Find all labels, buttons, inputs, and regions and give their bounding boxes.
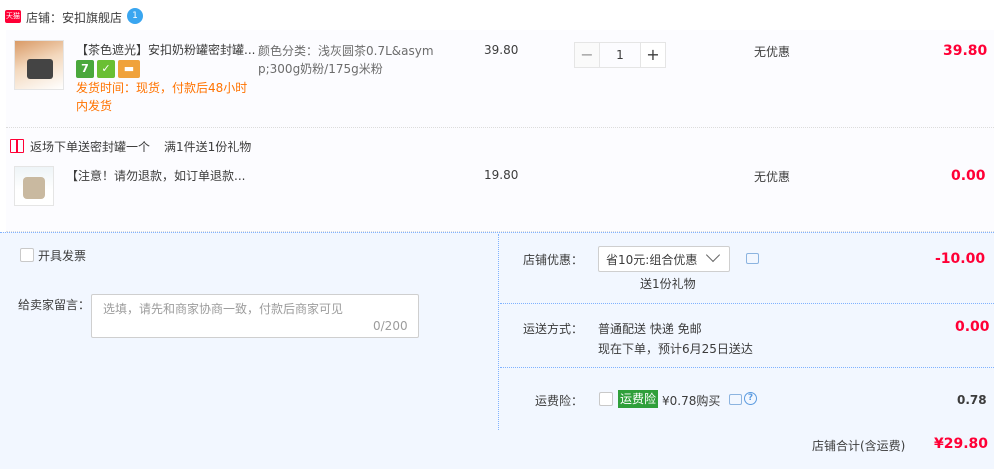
product-title-link[interactable]: 【茶色遮光】安扣奶粉罐密封罐... [76, 41, 256, 59]
product-thumbnail[interactable] [14, 166, 54, 206]
gift-text: 返场下单送密封罐一个 [30, 140, 151, 154]
guarantee-shield-icon[interactable]: ✓ [97, 60, 115, 78]
insurance-amount: 0.78 [957, 393, 987, 407]
chat-bubble-icon[interactable] [729, 394, 742, 405]
store-name-link[interactable]: 店铺：安扣旗舰店 [26, 9, 122, 26]
store-total-amount: ¥29.80 [934, 436, 989, 452]
invoice-label[interactable]: 开具发票 [38, 247, 86, 264]
insurance-checkbox[interactable] [599, 392, 613, 406]
promo-gift-note: 送1份礼物 [640, 277, 696, 291]
product-thumbnail[interactable] [14, 40, 64, 90]
insurance-price: ¥0.78购买 [662, 394, 721, 408]
insurance-badge: 运费险 [618, 390, 659, 408]
service-tags: 7 ✓ ▬ [76, 60, 143, 78]
invoice-checkbox[interactable] [20, 248, 34, 262]
quantity-stepper: − 1 + [574, 42, 666, 68]
shipping-time-note: 发货时间：现货，付款后48小时内发货 [76, 81, 248, 113]
message-label: 给卖家留言： [18, 298, 91, 312]
gift-promo-line: 返场下单送密封罐一个 满1件送1份礼物 [10, 138, 251, 155]
shipping-amount: 0.00 [955, 319, 990, 335]
store-header: 天猫 店铺：安扣旗舰店 1 [0, 0, 994, 30]
wangwang-chat-icon[interactable]: 1 [127, 8, 143, 24]
chat-bubble-icon[interactable] [746, 253, 759, 264]
divider [500, 367, 994, 368]
item-discount: 无优惠 [754, 45, 791, 59]
product-title-link[interactable]: 【注意！请勿退款，如订单退款... [66, 167, 246, 185]
tmall-badge-icon: 天猫 [5, 10, 21, 23]
shipping-eta: 现在下单，预计6月25日送达 [598, 342, 753, 356]
gift-icon [10, 139, 24, 153]
message-char-count: 0/200 [373, 319, 408, 333]
insurance-label: 运费险： [535, 394, 584, 408]
promo-select-value: 省10元:组合优惠 [606, 253, 698, 267]
message-placeholder: 选填，请先和商家协商一致，付款后商家可见 [103, 302, 344, 316]
item-subtotal: 39.80 [943, 43, 988, 59]
unit-price: 19.80 [484, 168, 519, 182]
quantity-input[interactable]: 1 [600, 42, 640, 68]
decrease-quantity-button[interactable]: − [574, 42, 600, 68]
item-discount: 无优惠 [754, 170, 791, 184]
unit-price: 39.80 [484, 43, 519, 57]
store-total-label: 店铺合计(含运费) [812, 439, 906, 453]
shipping-method: 普通配送 快递 免邮 [598, 322, 702, 336]
credit-card-icon[interactable]: ▬ [118, 60, 140, 78]
item-subtotal: 0.00 [951, 168, 986, 184]
divider [500, 303, 994, 304]
sku-info: 颜色分类：浅灰圆茶0.7L&asymp;300g奶粉/175g米粉 [258, 44, 434, 76]
seven-day-return-icon[interactable]: 7 [76, 60, 94, 78]
gift-rule: 满1件送1份礼物 [164, 140, 252, 154]
shipping-label: 运送方式： [523, 322, 584, 336]
increase-quantity-button[interactable]: + [640, 42, 666, 68]
store-promo-label: 店铺优惠： [523, 253, 584, 267]
help-question-icon[interactable]: ? [744, 392, 757, 405]
promo-amount: -10.00 [935, 251, 986, 267]
